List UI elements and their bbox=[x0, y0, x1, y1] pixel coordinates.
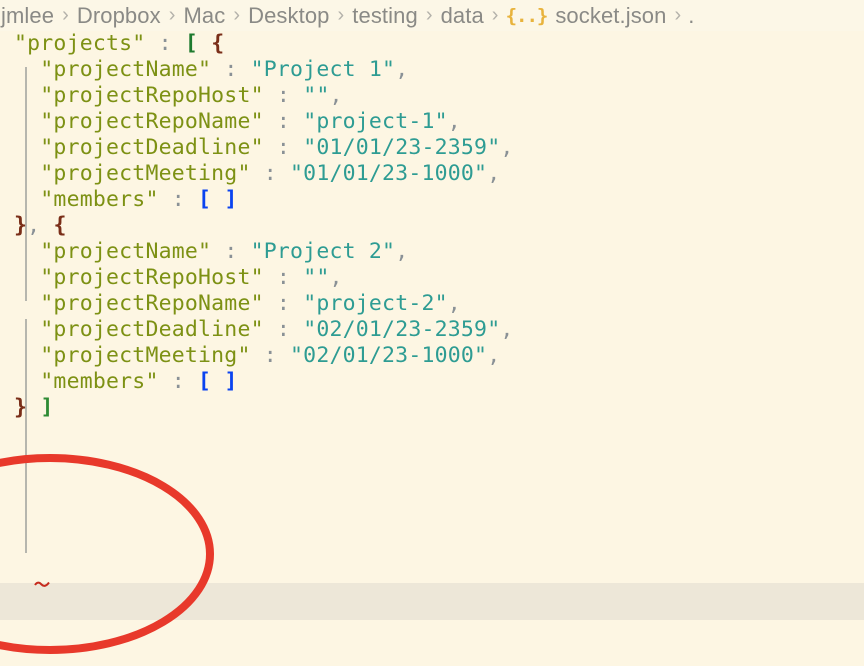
breadcrumb-separator-icon: › bbox=[337, 4, 345, 26]
code-token: , bbox=[329, 265, 343, 290]
code-line[interactable]: "projectDeadline" : "01/01/23-2359", bbox=[0, 135, 864, 161]
code-token: "projects" bbox=[14, 31, 146, 56]
breadcrumb-item-data[interactable]: data bbox=[440, 3, 485, 29]
code-line[interactable]: "projectMeeting" : "02/01/23-1000", bbox=[0, 343, 864, 369]
code-line[interactable]: "projects" : [ { bbox=[0, 31, 864, 57]
breadcrumb-separator-icon: › bbox=[674, 4, 682, 26]
code-token: : bbox=[263, 317, 304, 342]
code-token: "projectName" bbox=[14, 57, 212, 82]
breadcrumb-item-jmlee[interactable]: jmlee bbox=[0, 3, 55, 29]
code-token: , bbox=[447, 109, 461, 134]
code-token: "projectRepoHost" bbox=[14, 83, 264, 108]
code-token: : bbox=[263, 135, 304, 160]
code-line[interactable]: "members" : [ ] bbox=[0, 369, 864, 395]
code-token: "Project 1" bbox=[250, 57, 396, 82]
code-token: "projectName" bbox=[14, 239, 212, 264]
breadcrumb-item-desktop[interactable]: Desktop bbox=[247, 3, 330, 29]
code-token: : bbox=[250, 343, 291, 368]
code-line[interactable]: "projectName" : "Project 2", bbox=[0, 239, 864, 265]
code-token: } bbox=[14, 395, 28, 420]
code-token: { bbox=[53, 213, 67, 238]
code-token: : bbox=[211, 239, 251, 264]
code-token: "members" bbox=[14, 369, 159, 394]
code-line[interactable]: "projectName" : "Project 1", bbox=[0, 57, 864, 83]
code-line[interactable]: "projectDeadline" : "02/01/23-2359", bbox=[0, 317, 864, 343]
json-file-icon: {..} bbox=[505, 4, 549, 27]
error-squiggle-icon bbox=[34, 581, 50, 587]
breadcrumb-separator-icon: › bbox=[491, 4, 499, 26]
code-token: , bbox=[395, 57, 409, 82]
code-token: "members" bbox=[14, 187, 159, 212]
active-line-highlight bbox=[0, 583, 864, 620]
code-token: { bbox=[211, 31, 225, 56]
code-token: [ ] bbox=[198, 369, 238, 394]
code-token: , bbox=[487, 343, 501, 368]
breadcrumb: jmlee › Dropbox › Mac › Desktop › testing › data › {… bbox=[0, 0, 864, 31]
code-token: "project-2" bbox=[303, 291, 448, 316]
code-token: "02/01/23-2359" bbox=[303, 317, 501, 342]
breadcrumb-item-dropbox[interactable]: Dropbox bbox=[76, 3, 162, 29]
code-token: : bbox=[250, 161, 291, 186]
code-token: : bbox=[263, 291, 304, 316]
code-line[interactable]: "projectRepoName" : "project-1", bbox=[0, 109, 864, 135]
code-token: [ bbox=[184, 31, 199, 56]
code-token: : bbox=[158, 187, 199, 212]
code-token: "" bbox=[303, 83, 330, 108]
code-token: [ ] bbox=[198, 187, 238, 212]
code-token: , bbox=[329, 83, 343, 108]
breadcrumb-separator-icon: › bbox=[425, 4, 433, 26]
code-token: } bbox=[14, 213, 28, 238]
code-token: "02/01/23-1000" bbox=[290, 343, 488, 368]
code-token: "projectRepoHost" bbox=[14, 265, 264, 290]
code-editor[interactable]: "projects" : [ { "projectName" : "Projec… bbox=[0, 31, 864, 666]
code-token: , bbox=[500, 317, 514, 342]
code-token: "projectMeeting" bbox=[14, 343, 251, 368]
code-token: : bbox=[263, 109, 304, 134]
code-token: : bbox=[145, 31, 185, 56]
code-content[interactable]: "projects" : [ { "projectName" : "Projec… bbox=[0, 31, 864, 421]
code-token: "projectRepoName" bbox=[14, 109, 264, 134]
breadcrumb-separator-icon: › bbox=[168, 4, 176, 26]
code-token: : bbox=[263, 83, 304, 108]
code-token: "projectDeadline" bbox=[14, 135, 264, 160]
breadcrumb-item-truncated[interactable]: . bbox=[688, 3, 694, 29]
breadcrumb-item-socket-json[interactable]: socket.json bbox=[554, 3, 667, 29]
code-line[interactable]: }, { bbox=[0, 213, 864, 239]
code-line[interactable]: "projectRepoHost" : "", bbox=[0, 265, 864, 291]
code-token: : bbox=[158, 369, 199, 394]
code-line[interactable]: "members" : [ ] bbox=[0, 187, 864, 213]
code-token: "01/01/23-1000" bbox=[290, 161, 488, 186]
code-line[interactable]: "projectMeeting" : "01/01/23-1000", bbox=[0, 161, 864, 187]
code-line[interactable]: "projectRepoHost" : "", bbox=[0, 83, 864, 109]
code-line[interactable]: } ] bbox=[0, 395, 864, 421]
code-token: , bbox=[395, 239, 409, 264]
code-token: , bbox=[487, 161, 501, 186]
code-token: "01/01/23-2359" bbox=[303, 135, 501, 160]
breadcrumb-item-mac[interactable]: Mac bbox=[182, 3, 226, 29]
code-token: "" bbox=[303, 265, 330, 290]
code-token: ] bbox=[40, 395, 54, 420]
breadcrumb-separator-icon: › bbox=[233, 4, 241, 26]
breadcrumb-item-testing[interactable]: testing bbox=[351, 3, 419, 29]
code-token: : bbox=[263, 265, 304, 290]
code-token: "project-1" bbox=[303, 109, 448, 134]
code-token: "projectMeeting" bbox=[14, 161, 251, 186]
code-token: "projectRepoName" bbox=[14, 291, 264, 316]
code-token: , bbox=[447, 291, 461, 316]
code-token: , bbox=[27, 213, 54, 238]
code-token: "Project 2" bbox=[250, 239, 396, 264]
code-token: , bbox=[500, 135, 514, 160]
code-token: : bbox=[211, 57, 251, 82]
code-line[interactable]: "projectRepoName" : "project-2", bbox=[0, 291, 864, 317]
breadcrumb-separator-icon: › bbox=[62, 4, 69, 26]
code-token: "projectDeadline" bbox=[14, 317, 264, 342]
